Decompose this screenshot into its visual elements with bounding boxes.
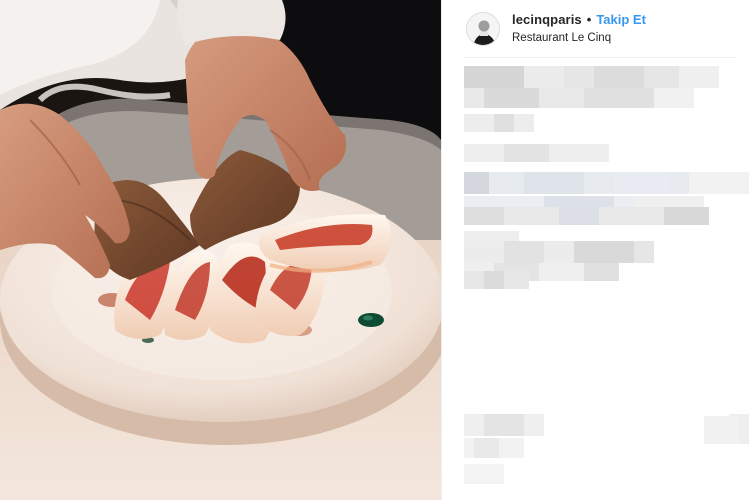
plated-dish-image bbox=[0, 0, 441, 500]
post-side-panel: lecinqparis • Takip Et Restaurant Le Cin… bbox=[441, 0, 750, 500]
blurred-comments bbox=[464, 66, 749, 496]
chef-portrait-icon bbox=[467, 13, 499, 45]
post-header-text: lecinqparis • Takip Et Restaurant Le Cin… bbox=[512, 13, 646, 45]
avatar[interactable] bbox=[466, 12, 500, 46]
post-header: lecinqparis • Takip Et Restaurant Le Cin… bbox=[442, 0, 750, 58]
username-link[interactable]: lecinqparis bbox=[512, 13, 582, 26]
pixelated-text-block bbox=[464, 66, 749, 484]
location-link[interactable]: Restaurant Le Cinq bbox=[512, 33, 646, 45]
header-divider bbox=[464, 57, 735, 58]
separator-dot: • bbox=[586, 12, 592, 28]
follow-button[interactable]: Takip Et bbox=[596, 13, 646, 26]
post-photo[interactable] bbox=[0, 0, 441, 500]
